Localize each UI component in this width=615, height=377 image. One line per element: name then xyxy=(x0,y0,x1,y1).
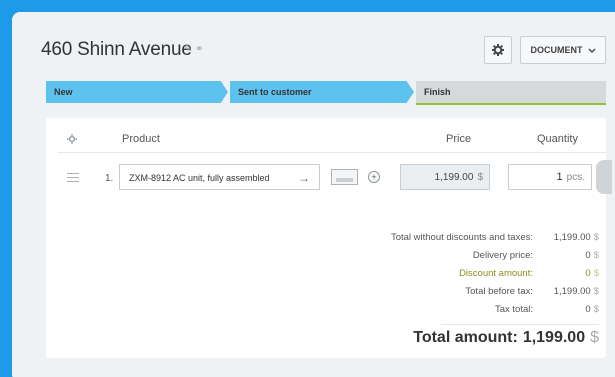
column-settings-icon[interactable] xyxy=(67,134,77,144)
product-input[interactable]: ZXM-8912 AC unit, fully assembled → xyxy=(119,164,320,190)
row-number: 1. xyxy=(105,173,114,184)
horizontal-scroll-handle[interactable] xyxy=(596,160,612,194)
document-button-label: DOCUMENT xyxy=(530,45,583,55)
deal-card: 460 Shinn Avenue ✎ ⚭ DOCUMENT New Sent t… xyxy=(12,12,615,377)
arrow-right-icon[interactable]: → xyxy=(298,171,310,185)
add-image-button[interactable]: + xyxy=(368,171,380,183)
pipeline-stages: New Sent to customer Finish xyxy=(46,81,606,105)
pencil-icon[interactable]: ✎ xyxy=(184,44,192,55)
price-currency: $ xyxy=(477,171,483,183)
total-amount: Total amount: 1,199.00 $ xyxy=(413,329,599,346)
stage-new[interactable]: New xyxy=(46,81,228,103)
tax-total: Tax total: 0 $ xyxy=(494,303,599,315)
title-edit-icons: ✎ ⚭ xyxy=(184,44,204,55)
column-header-price: Price xyxy=(446,133,472,145)
total-before-tax: Total before tax: 1,199.00 $ xyxy=(465,285,599,297)
column-header-product: Product xyxy=(122,133,160,145)
header-divider xyxy=(58,152,606,153)
stage-finish[interactable]: Finish xyxy=(416,81,606,103)
delivery-price: Delivery price: 0 $ xyxy=(472,249,599,261)
link-icon[interactable]: ⚭ xyxy=(195,44,203,55)
product-name: ZXM-8912 AC unit, fully assembled xyxy=(129,173,270,183)
document-button[interactable]: DOCUMENT xyxy=(520,36,606,64)
totals-divider xyxy=(441,324,599,325)
total-without-discounts: Total without discounts and taxes: 1,199… xyxy=(390,231,599,243)
products-panel: Product Price Quantity 1. ZXM-8912 AC un… xyxy=(46,118,612,358)
price-value: 1,199.00 xyxy=(434,171,474,183)
stage-sent-to-customer[interactable]: Sent to customer xyxy=(230,81,414,103)
chevron-down-icon xyxy=(588,48,595,53)
drag-handle-icon[interactable] xyxy=(67,173,79,185)
discount-amount: Discount amount: 0 $ xyxy=(459,267,599,279)
quantity-unit: pcs. xyxy=(566,171,585,183)
gear-icon xyxy=(492,44,504,56)
page-title: 460 Shinn Avenue xyxy=(41,39,192,60)
finish-stage-indicator xyxy=(416,103,606,105)
product-image-thumbnail[interactable] xyxy=(331,169,358,185)
quantity-input[interactable]: 1 pcs. xyxy=(508,164,592,190)
price-input[interactable]: 1,199.00 $ xyxy=(400,164,490,190)
quantity-value: 1 xyxy=(556,171,563,183)
column-header-quantity: Quantity xyxy=(537,133,578,145)
settings-button[interactable] xyxy=(484,36,512,64)
